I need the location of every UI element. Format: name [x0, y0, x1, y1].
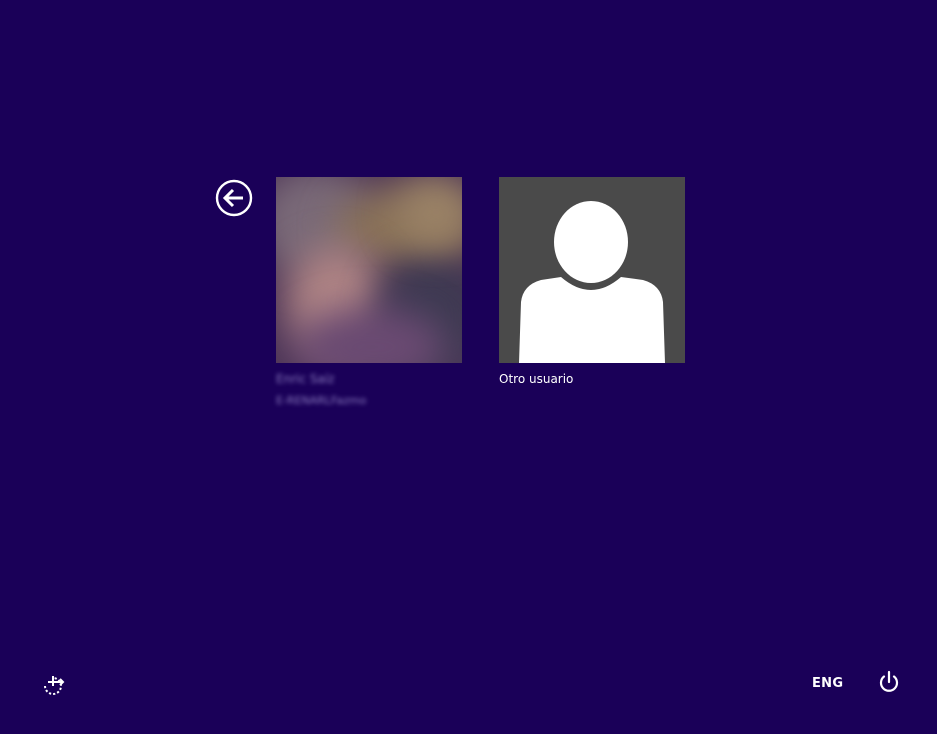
user-name: Otro usuario	[499, 372, 574, 386]
language-indicator[interactable]: ENG	[812, 676, 843, 691]
generic-person-icon	[519, 201, 665, 363]
user-account: E-RENARLFazmo	[276, 394, 367, 407]
user-avatar-photo	[276, 177, 462, 363]
back-button[interactable]	[215, 179, 253, 217]
ease-of-access-icon	[44, 676, 65, 695]
power-button[interactable]	[876, 669, 902, 695]
ease-of-access-button[interactable]	[40, 671, 66, 697]
back-arrow-icon	[215, 179, 253, 217]
power-icon	[879, 670, 899, 692]
user-name: Enric Saíz	[276, 372, 335, 386]
user-tile[interactable]: Enric Saíz E-RENARLFazmo	[276, 177, 462, 407]
generic-avatar	[499, 177, 685, 363]
other-user-tile[interactable]: Otro usuario	[499, 177, 685, 386]
